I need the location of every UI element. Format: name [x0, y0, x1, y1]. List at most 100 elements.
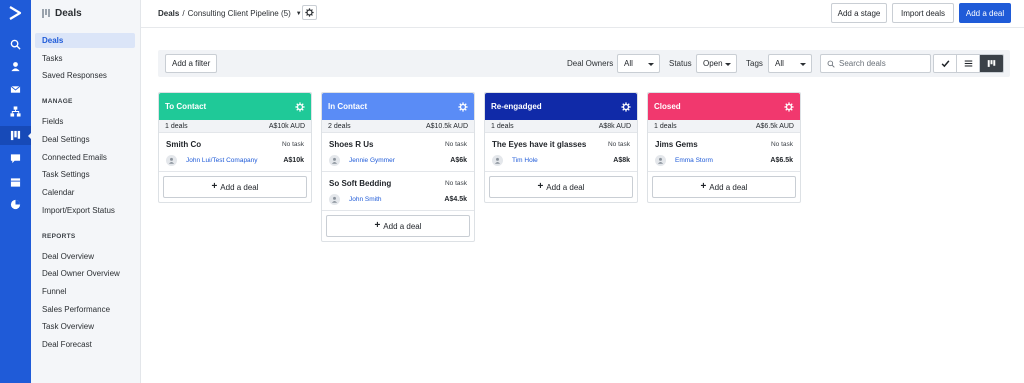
- list-view-button[interactable]: [957, 55, 980, 72]
- add-deal-to-stage-button[interactable]: + Add a deal: [163, 176, 307, 198]
- sidebar-item-task-settings[interactable]: Task Settings: [35, 167, 135, 182]
- deal-name[interactable]: The Eyes have it glasses: [492, 140, 586, 149]
- sidebar-item-deal-overview[interactable]: Deal Overview: [35, 249, 135, 264]
- sidebar-header: Deals: [42, 8, 82, 19]
- sidebar-item-fields[interactable]: Fields: [35, 114, 135, 129]
- sidebar-item-tasks[interactable]: Tasks: [35, 51, 135, 66]
- sidebar-item-funnel[interactable]: Funnel: [35, 284, 135, 299]
- stage-column-re-engadged: Re-engadged 1 deals A$8k AUD The Eyes ha…: [484, 92, 638, 203]
- chevron-down-icon: [648, 63, 654, 66]
- site-icon[interactable]: [8, 175, 22, 189]
- deal-card[interactable]: Smith Co No task John Lui/Test Comapany …: [159, 133, 311, 172]
- deal-name[interactable]: Jims Gems: [655, 140, 698, 149]
- deal-owners-label: Deal Owners: [567, 59, 614, 68]
- filter-bar: Add a filter Deal Owners All Status Open…: [158, 50, 1010, 77]
- task-view-button[interactable]: [934, 55, 957, 72]
- view-toggle: [933, 54, 1004, 73]
- sidebar-item-calendar[interactable]: Calendar: [35, 185, 135, 200]
- deal-owner-link[interactable]: John Smith: [349, 196, 382, 203]
- deal-task-status: No task: [444, 141, 467, 148]
- deal-owner-link[interactable]: John Lui/Test Comapany: [186, 157, 258, 164]
- deal-name[interactable]: Smith Co: [166, 140, 201, 149]
- tags-select[interactable]: All: [768, 54, 812, 73]
- stage-summary: 1 deals A$8k AUD: [485, 120, 637, 133]
- sidebar-title: Deals: [55, 8, 82, 19]
- avatar: [329, 194, 340, 205]
- add-stage-button[interactable]: Add a stage: [831, 3, 887, 23]
- status-label: Status: [669, 59, 692, 68]
- stage-settings-icon[interactable]: [621, 101, 631, 112]
- add-deal-label: Add a deal: [220, 182, 259, 192]
- reports-icon[interactable]: [8, 197, 22, 211]
- breadcrumb-separator: /: [182, 9, 185, 18]
- status-select[interactable]: Open: [696, 54, 737, 73]
- stage-settings-icon[interactable]: [458, 101, 468, 112]
- sidebar-item-saved-responses[interactable]: Saved Responses: [35, 68, 135, 83]
- stage-summary: 1 deals A$6.5k AUD: [648, 120, 800, 133]
- conversations-icon[interactable]: [8, 151, 22, 165]
- add-filter-button[interactable]: Add a filter: [165, 54, 218, 73]
- stage-header[interactable]: Closed: [648, 93, 800, 120]
- add-deal-to-stage-button[interactable]: + Add a deal: [489, 176, 633, 198]
- deal-card[interactable]: The Eyes have it glasses No task Tim Hol…: [485, 133, 637, 172]
- plus-icon: +: [374, 220, 381, 231]
- user-icon: [494, 157, 501, 164]
- tags-value: All: [775, 59, 784, 68]
- deal-task-status: No task: [607, 141, 630, 148]
- stage-header[interactable]: Re-engadged: [485, 93, 637, 120]
- search-icon[interactable]: [8, 37, 22, 51]
- deals-icon[interactable]: [0, 126, 32, 145]
- deal-value: A$4.5k: [444, 196, 467, 203]
- tags-label: Tags: [746, 59, 763, 68]
- deal-name[interactable]: Shoes R Us: [329, 140, 373, 149]
- stage-deal-count: 1 deals: [165, 122, 188, 130]
- sidebar-item-deal-settings[interactable]: Deal Settings: [35, 132, 135, 147]
- deal-card[interactable]: So Soft Bedding No task John Smith A$4.5…: [322, 172, 474, 211]
- stage-deal-count: 1 deals: [654, 122, 677, 130]
- sidebar-item-task-overview[interactable]: Task Overview: [35, 319, 135, 334]
- user-icon: [657, 157, 664, 164]
- deal-owners-select[interactable]: All: [617, 54, 660, 73]
- email-icon[interactable]: [8, 82, 22, 96]
- stage-settings-icon[interactable]: [784, 101, 794, 112]
- user-icon: [331, 196, 338, 203]
- deal-card[interactable]: Shoes R Us No task Jennie Gymmer A$6k: [322, 133, 474, 172]
- plus-icon: +: [211, 181, 218, 192]
- search-input[interactable]: [839, 59, 927, 68]
- add-deal-to-stage-button[interactable]: + Add a deal: [326, 215, 470, 237]
- add-deal-button[interactable]: Add a deal: [959, 3, 1011, 23]
- logo-chevron-icon[interactable]: [7, 5, 23, 21]
- stage-settings-icon[interactable]: [295, 101, 305, 112]
- stage-header[interactable]: In Contact: [322, 93, 474, 120]
- icon-rail: [0, 0, 32, 383]
- sidebar-item-deals[interactable]: Deals: [35, 33, 135, 48]
- sidebar-item-deal-owner-overview[interactable]: Deal Owner Overview: [35, 266, 135, 281]
- search-field[interactable]: [820, 54, 931, 73]
- automations-icon[interactable]: [8, 104, 22, 118]
- breadcrumb-root[interactable]: Deals: [158, 9, 179, 18]
- deal-name[interactable]: So Soft Bedding: [329, 179, 391, 188]
- contacts-icon[interactable]: [8, 59, 22, 73]
- chevron-down-icon[interactable]: ▼: [296, 11, 302, 17]
- pipeline-settings-button[interactable]: [302, 5, 317, 20]
- sidebar-item-sales-performance[interactable]: Sales Performance: [35, 302, 135, 317]
- sidebar-item-connected-emails[interactable]: Connected Emails: [35, 150, 135, 165]
- stage-name: Re-engadged: [491, 102, 542, 111]
- chevron-down-icon: [725, 63, 731, 66]
- breadcrumb: Deals / Consulting Client Pipeline (5) ▼: [158, 9, 302, 18]
- deal-card[interactable]: Jims Gems No task Emma Storm A$6.5k: [648, 133, 800, 172]
- kanban-view-button[interactable]: [980, 55, 1003, 72]
- add-deal-to-stage-button[interactable]: + Add a deal: [652, 176, 796, 198]
- deal-owner-link[interactable]: Tim Hole: [512, 157, 538, 164]
- sidebar-item-deal-forecast[interactable]: Deal Forecast: [35, 337, 135, 352]
- stage-header[interactable]: To Contact: [159, 93, 311, 120]
- stage-total: A$10.5k AUD: [425, 122, 468, 130]
- list-icon: [964, 60, 972, 67]
- deal-owner-link[interactable]: Jennie Gymmer: [349, 157, 395, 164]
- deal-owner-link[interactable]: Emma Storm: [675, 157, 713, 164]
- avatar: [166, 155, 177, 166]
- sidebar-item-import-export-status[interactable]: Import/Export Status: [35, 203, 135, 218]
- pipeline-selector[interactable]: Consulting Client Pipeline (5): [188, 9, 291, 18]
- import-deals-button[interactable]: Import deals: [892, 3, 954, 23]
- add-deal-label: Add a deal: [709, 182, 748, 192]
